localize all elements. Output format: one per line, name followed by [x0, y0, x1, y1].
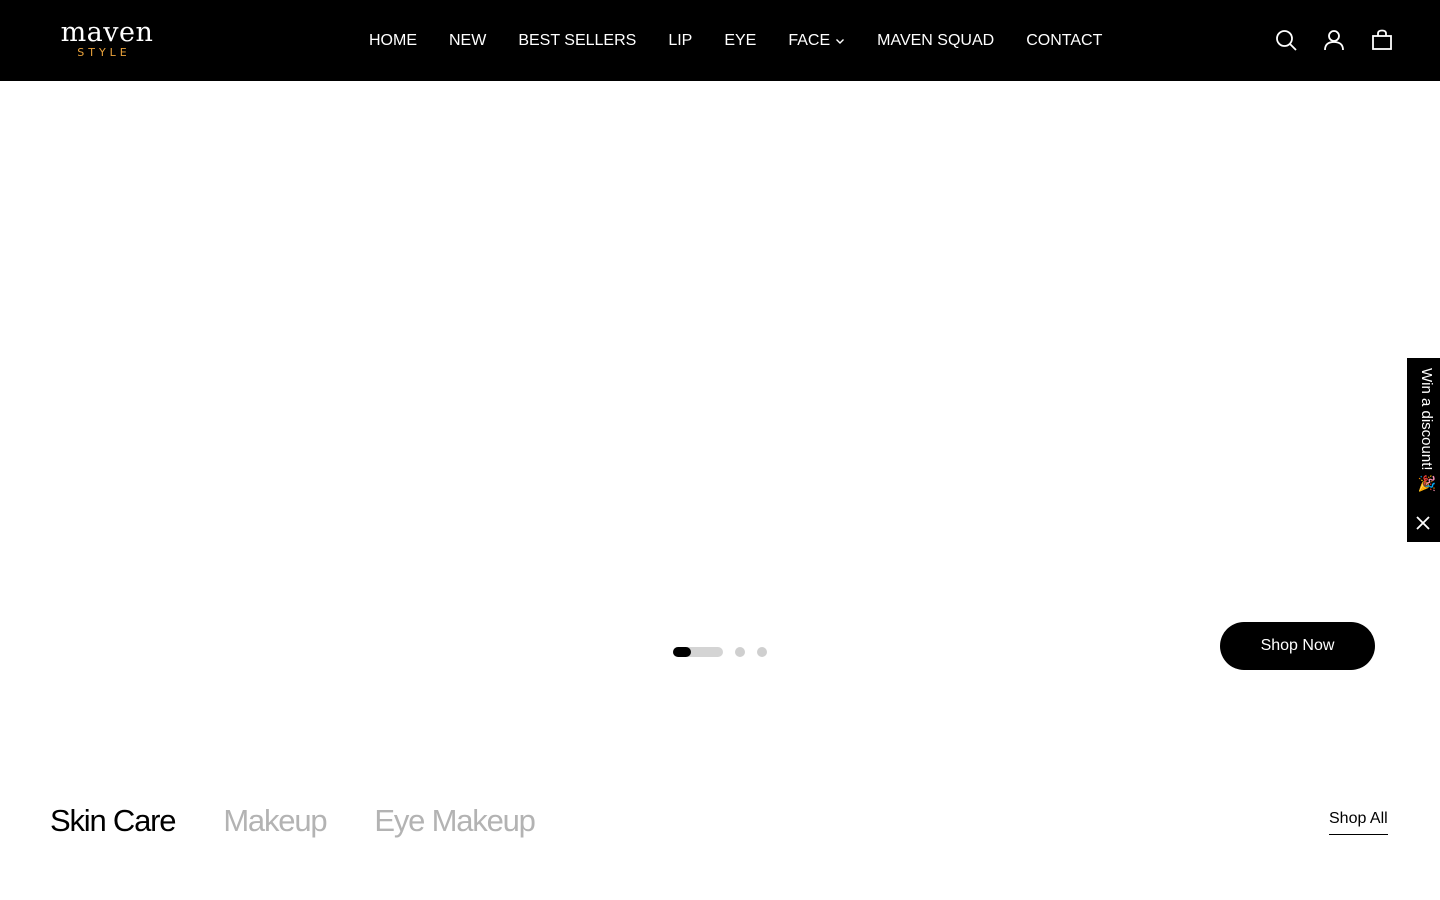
nav-item-contact[interactable]: CONTACT: [1026, 32, 1102, 50]
search-icon[interactable]: [1274, 28, 1298, 52]
close-icon[interactable]: [1415, 515, 1431, 531]
slide-progress-fill: [673, 647, 691, 657]
account-icon[interactable]: [1322, 28, 1346, 52]
slide-dot[interactable]: [757, 647, 767, 657]
nav-item-face[interactable]: FACE: [788, 32, 845, 50]
chevron-down-icon: [836, 38, 845, 44]
nav-item-label: LIP: [668, 31, 693, 49]
nav-item-label: NEW: [449, 31, 487, 49]
category-tabs: Skin Care Makeup Eye Makeup: [50, 803, 583, 839]
nav-item-maven-squad[interactable]: MAVEN SQUAD: [877, 32, 994, 50]
nav-item-label: MAVEN SQUAD: [877, 31, 995, 49]
nav-item-label: EYE: [724, 31, 757, 49]
nav-item-eye[interactable]: EYE: [724, 32, 756, 50]
logo-wordmark: maven: [60, 17, 154, 48]
nav-item-label: FACE: [788, 31, 831, 49]
tab-makeup[interactable]: Makeup: [223, 803, 327, 839]
nav-item-label: HOME: [369, 31, 417, 49]
cart-icon[interactable]: [1370, 28, 1394, 52]
logo-tagline: STYLE: [77, 46, 131, 59]
nav-item-home[interactable]: HOME: [369, 32, 417, 50]
nav-item-lip[interactable]: LIP: [668, 32, 692, 50]
discount-promo-tab[interactable]: Win a discount! 🎉: [1407, 358, 1440, 542]
tab-skin-care[interactable]: Skin Care: [50, 803, 177, 839]
nav-item-label: BEST SELLERS: [518, 31, 637, 49]
shop-now-button[interactable]: Shop Now: [1220, 622, 1375, 670]
logo[interactable]: maven STYLE: [52, 18, 162, 62]
nav-item-label: CONTACT: [1026, 31, 1103, 49]
nav-item-new[interactable]: NEW: [449, 32, 486, 50]
promo-label: Win a discount! 🎉: [1418, 368, 1435, 494]
shop-all-link[interactable]: Shop All: [1329, 810, 1388, 835]
tab-eye-makeup[interactable]: Eye Makeup: [374, 803, 536, 839]
header-actions: [1250, 28, 1394, 52]
slide-dot-active[interactable]: [673, 647, 723, 657]
site-header: maven STYLE HOME NEW BEST SELLERS LIP EY…: [0, 0, 1440, 81]
slide-pagination: [673, 646, 767, 658]
hero-slideshow: [0, 81, 1440, 721]
nav-item-best-sellers[interactable]: BEST SELLERS: [518, 32, 636, 50]
slide-dot[interactable]: [735, 647, 745, 657]
main-nav: HOME NEW BEST SELLERS LIP EYE FACE MAVEN…: [369, 0, 1102, 81]
